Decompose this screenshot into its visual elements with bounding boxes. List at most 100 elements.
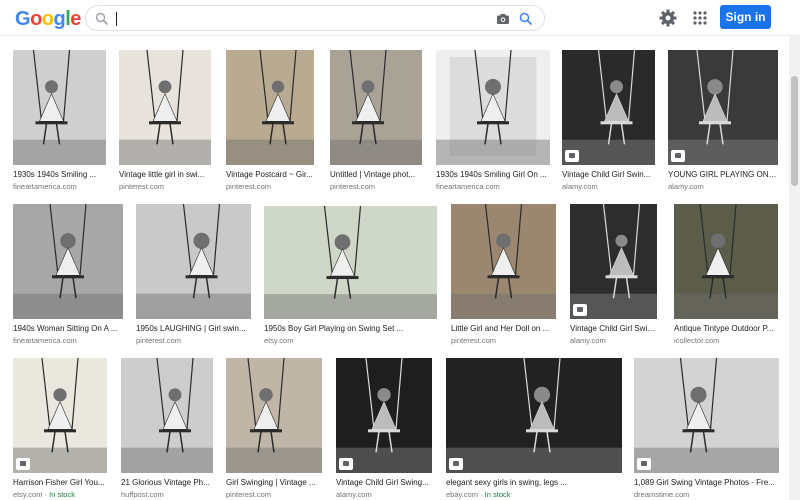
product-tag-icon <box>573 304 587 316</box>
result-title[interactable]: 1950s Boy Girl Playing on Swing Set ... <box>264 324 437 334</box>
product-tag-icon <box>637 458 651 470</box>
result-source: pinterest.com <box>136 336 181 346</box>
search-submit-icon[interactable] <box>519 12 533 26</box>
image-result-card[interactable]: Vintage Child Girl Swin... alamy.com <box>562 50 655 192</box>
result-title[interactable]: 1930s 1940s Smiling ... <box>13 170 106 180</box>
image-result-card[interactable]: 1,089 Girl Swing Vintage Photos - Fre...… <box>634 358 779 500</box>
result-title[interactable]: Vintage little girl in swi... <box>119 170 211 180</box>
result-title[interactable]: YOUNG GIRL PLAYING ON S... <box>668 170 778 180</box>
result-source: alamy.com <box>668 182 704 192</box>
search-box[interactable] <box>85 5 545 31</box>
result-thumbnail[interactable] <box>336 358 432 473</box>
image-result-card[interactable]: Vintage Child Girl Swin... alamy.com <box>570 204 657 346</box>
sign-in-button[interactable]: Sign in <box>720 5 771 29</box>
result-source-domain: alamy.com <box>336 490 372 499</box>
result-title[interactable]: Vintage Child Girl Swin... <box>562 170 655 180</box>
image-result-card[interactable]: 1950s LAUGHING | Girl swin... pinterest.c… <box>136 204 251 346</box>
result-title[interactable]: Girl Swinging | Vintage ... <box>226 478 322 488</box>
result-source-domain: alamy.com <box>570 336 606 345</box>
product-tag-icon <box>565 150 579 162</box>
result-title[interactable]: Antique Tintype Outdoor P... <box>674 324 778 334</box>
result-thumbnail[interactable] <box>119 50 211 165</box>
image-result-card[interactable]: Untitled | Vintage phot... pinterest.com <box>330 50 422 192</box>
image-result-card[interactable]: 1940s Woman Sitting On A ... fineartameri… <box>13 204 123 346</box>
result-title[interactable]: 1940s Woman Sitting On A ... <box>13 324 123 334</box>
result-source: pinterest.com <box>119 182 164 192</box>
result-thumbnail[interactable] <box>136 204 251 319</box>
result-source: pinterest.com <box>451 336 496 346</box>
result-thumbnail[interactable] <box>570 204 657 319</box>
result-thumbnail[interactable] <box>13 50 106 165</box>
gear-icon[interactable] <box>659 9 677 27</box>
image-result-card[interactable]: 21 Glorious Vintage Ph... huffpost.com <box>121 358 213 500</box>
result-thumbnail[interactable] <box>446 358 622 473</box>
page-scrollbar[interactable] <box>789 36 800 500</box>
result-source-domain: pinterest.com <box>136 336 182 345</box>
image-result-card[interactable]: 1930s 1940s Smiling Girl On ... fineartam… <box>436 50 550 192</box>
result-source-domain: alamy.com <box>562 182 598 191</box>
search-input[interactable] <box>114 10 474 28</box>
image-result-card[interactable]: Vintage little girl in swi... pinterest.c… <box>119 50 211 192</box>
image-result-card[interactable]: Vintage Postcard ~ Gir... pinterest.com <box>226 50 314 192</box>
result-thumbnail[interactable] <box>226 358 322 473</box>
image-result-card[interactable]: 1950s Boy Girl Playing on Swing Set ... e… <box>264 206 437 346</box>
result-title[interactable]: Untitled | Vintage phot... <box>330 170 422 180</box>
result-thumbnail[interactable] <box>634 358 779 473</box>
result-title[interactable]: Little Girl and Her Doll on ... <box>451 324 556 334</box>
result-thumbnail[interactable] <box>451 204 556 319</box>
result-source: fineartamerica.com <box>13 182 77 192</box>
result-thumbnail[interactable] <box>13 204 123 319</box>
result-thumbnail[interactable] <box>13 358 107 473</box>
scrollbar-thumb[interactable] <box>791 76 798 186</box>
result-thumbnail[interactable] <box>226 50 314 165</box>
image-result-card[interactable]: 1930s 1940s Smiling ... fineartamerica.co… <box>13 50 106 192</box>
result-thumbnail[interactable] <box>264 206 437 319</box>
result-source: alamy.com <box>570 336 606 346</box>
result-source-domain: pinterest.com <box>226 182 272 191</box>
result-thumbnail[interactable] <box>674 204 778 319</box>
image-result-card[interactable]: Girl Swinging | Vintage ... pinterest.com <box>226 358 322 500</box>
result-title[interactable]: Vintage Postcard ~ Gir... <box>226 170 314 180</box>
result-source-domain: etsy.com <box>264 336 294 345</box>
result-title[interactable]: 21 Glorious Vintage Ph... <box>121 478 213 488</box>
google-logo[interactable]: Google <box>15 9 81 29</box>
result-title[interactable]: Vintage Child Girl Swing... <box>336 478 432 488</box>
image-result-card[interactable]: Vintage Child Girl Swing... alamy.com <box>336 358 432 500</box>
result-thumbnail[interactable] <box>562 50 655 165</box>
product-tag-icon <box>449 458 463 470</box>
result-source: ebay.com · In stock <box>446 490 510 500</box>
result-title[interactable]: elegant sexy girls in swing, legs ... <box>446 478 622 488</box>
image-result-card[interactable]: elegant sexy girls in swing, legs ... eba… <box>446 358 622 500</box>
apps-grid-icon[interactable] <box>692 10 708 26</box>
result-source: pinterest.com <box>226 490 271 500</box>
result-source: alamy.com <box>336 490 372 500</box>
result-thumbnail[interactable] <box>121 358 213 473</box>
result-title[interactable]: 1,089 Girl Swing Vintage Photos - Fre... <box>634 478 779 488</box>
result-thumbnail[interactable] <box>330 50 422 165</box>
image-results-grid: 1930s 1940s Smiling ... fineartamerica.co… <box>0 36 789 500</box>
result-source: fineartamerica.com <box>13 336 77 346</box>
result-title[interactable]: 1950s LAUGHING | Girl swin... <box>136 324 251 334</box>
image-result-card[interactable]: Little Girl and Her Doll on ... pinterest… <box>451 204 556 346</box>
result-title[interactable]: Harrison Fisher Girl You... <box>13 478 107 488</box>
in-stock-label: In stock <box>484 490 511 499</box>
result-source: etsy.com · In stock <box>13 490 75 500</box>
camera-icon[interactable] <box>496 12 510 26</box>
result-source: fineartamerica.com <box>436 182 500 192</box>
image-result-card[interactable]: Antique Tintype Outdoor P... icollector.c… <box>674 204 778 346</box>
product-tag-icon <box>16 458 30 470</box>
result-source-domain: fineartamerica.com <box>436 182 500 191</box>
result-thumbnail[interactable] <box>668 50 778 165</box>
result-thumbnail[interactable] <box>436 50 550 165</box>
in-stock-label: In stock <box>49 490 75 499</box>
result-title[interactable]: 1930s 1940s Smiling Girl On ... <box>436 170 550 180</box>
product-tag-icon <box>671 150 685 162</box>
result-title[interactable]: Vintage Child Girl Swin... <box>570 324 657 334</box>
image-result-card[interactable]: Harrison Fisher Girl You... etsy.com · In… <box>13 358 107 500</box>
result-source-domain: huffpost.com <box>121 490 164 499</box>
result-source-domain: pinterest.com <box>330 182 376 191</box>
image-result-card[interactable]: YOUNG GIRL PLAYING ON S... alamy.com <box>668 50 778 192</box>
text-caret <box>116 12 117 26</box>
top-bar: Google Sign in <box>0 0 800 36</box>
result-source-domain: pinterest.com <box>451 336 497 345</box>
